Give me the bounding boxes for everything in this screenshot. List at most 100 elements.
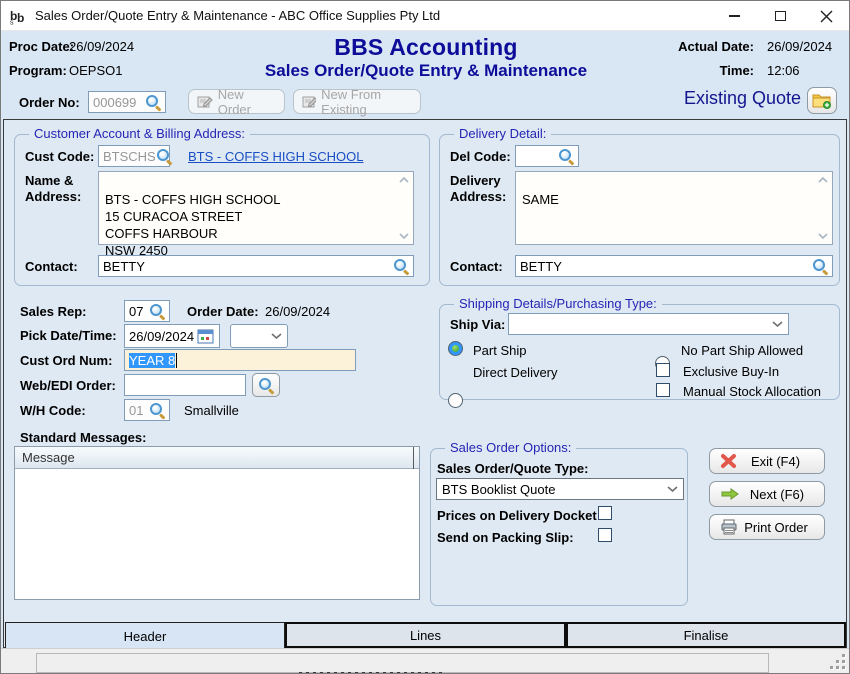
scroll-down-icon[interactable] [398, 232, 410, 240]
main-panel: Customer Account & Billing Address: Cust… [3, 119, 847, 648]
open-existing-quote-button[interactable] [807, 87, 837, 114]
delivery-address-textarea[interactable]: SAME [515, 171, 833, 245]
tab-lines-label: Lines [410, 628, 441, 643]
name-address-label: Name & Address: [25, 173, 81, 205]
exit-x-icon [720, 453, 737, 469]
name-address-textarea[interactable]: BTS - COFFS HIGH SCHOOL 15 CURACOA STREE… [98, 171, 414, 245]
actual-date-value: 26/09/2024 [767, 39, 832, 54]
status-panel [36, 653, 769, 673]
exit-button[interactable]: Exit (F4) [709, 448, 825, 474]
delivery-contact-value: BETTY [520, 259, 562, 274]
wh-code-label: W/H Code: [20, 403, 86, 419]
mode-indicator: Existing Quote [621, 88, 801, 109]
delivery-address-label: Delivery Address: [450, 173, 506, 205]
ship-via-label: Ship Via: [450, 317, 505, 333]
cust-ord-num-value: YEAR 8 [129, 353, 175, 368]
messages-column-header[interactable]: Message [15, 447, 419, 469]
wh-code-search-icon[interactable] [149, 402, 165, 418]
billing-contact-field[interactable]: BETTY [98, 255, 414, 277]
messages-list[interactable]: Message [14, 446, 420, 600]
sales-rep-field[interactable]: 07 [124, 300, 170, 322]
exit-label: Exit (F4) [737, 454, 814, 469]
wh-code-field[interactable]: 01 [124, 399, 170, 421]
customer-account-link[interactable]: BTS - COFFS HIGH SCHOOL [188, 149, 364, 164]
minimize-button[interactable] [711, 1, 757, 31]
scroll-down-icon[interactable] [817, 232, 829, 240]
chevron-down-icon [667, 486, 678, 492]
prices-docket-checkbox[interactable] [598, 506, 612, 520]
cust-code-field[interactable]: BTSCHS [98, 145, 170, 167]
search-icon [258, 377, 274, 393]
scroll-up-icon[interactable] [398, 176, 410, 184]
direct-delivery-label: Direct Delivery [473, 365, 558, 380]
quote-type-select[interactable]: BTS Booklist Quote [436, 478, 684, 500]
new-order-button[interactable]: New Order [188, 89, 285, 114]
delivery-contact-label: Contact: [450, 259, 503, 275]
standard-messages-label: Standard Messages: [20, 430, 146, 446]
del-code-label: Del Code: [450, 149, 511, 165]
pick-date-value: 26/09/2024 [129, 329, 194, 344]
close-icon [820, 10, 833, 23]
resize-grip-icon[interactable] [829, 653, 845, 669]
prices-docket-label: Prices on Delivery Docket: [437, 508, 601, 524]
chevron-down-icon [271, 333, 282, 339]
part-ship-radio[interactable] [448, 341, 463, 356]
cust-code-search-icon[interactable] [156, 148, 172, 164]
direct-delivery-radio[interactable] [448, 393, 463, 408]
sales-order-options-title: Sales Order Options: [445, 440, 576, 455]
scroll-up-icon[interactable] [817, 176, 829, 184]
order-no-search-icon[interactable] [145, 94, 161, 110]
del-code-search-icon[interactable] [558, 148, 574, 164]
cust-code-value: BTSCHS [103, 149, 156, 164]
chevron-down-icon [772, 321, 783, 327]
status-bar [1, 648, 850, 674]
packing-slip-label: Send on Packing Slip: [437, 530, 574, 546]
next-arrow-icon [720, 487, 740, 501]
sales-order-options-group: Sales Order Options: Sales Order/Quote T… [430, 448, 688, 606]
svg-text:s: s [10, 19, 14, 25]
next-button[interactable]: Next (F6) [709, 481, 825, 507]
text-caret [176, 353, 177, 368]
delivery-contact-field[interactable]: BETTY [515, 255, 833, 277]
packing-slip-checkbox[interactable] [598, 528, 612, 542]
print-order-button[interactable]: Print Order [709, 514, 825, 540]
web-edi-search-button[interactable] [252, 373, 280, 397]
order-date-value: 26/09/2024 [265, 304, 330, 319]
cust-code-label: Cust Code: [25, 149, 94, 165]
tab-finalise[interactable]: Finalise [566, 622, 846, 648]
cust-ord-num-field[interactable]: YEAR 8 [124, 349, 356, 371]
delivery-contact-search-icon[interactable] [812, 258, 828, 274]
close-button[interactable] [803, 1, 849, 31]
tab-header[interactable]: Header [5, 622, 285, 649]
del-code-field[interactable] [515, 145, 579, 167]
tab-lines[interactable]: Lines [285, 622, 566, 648]
screen-title: Sales Order/Quote Entry & Maintenance [151, 61, 701, 81]
part-ship-label: Part Ship [473, 343, 526, 358]
name-address-value: BTS - COFFS HIGH SCHOOL 15 CURACOA STREE… [105, 192, 281, 258]
ship-via-select[interactable] [508, 313, 789, 335]
web-edi-field[interactable] [124, 374, 246, 396]
window-title: Sales Order/Quote Entry & Maintenance - … [35, 8, 440, 23]
billing-contact-search-icon[interactable] [393, 258, 409, 274]
calendar-icon[interactable] [197, 328, 215, 344]
exclusive-buyin-checkbox[interactable] [656, 363, 670, 377]
sales-rep-search-icon[interactable] [149, 303, 165, 319]
new-order-label: New Order [218, 87, 276, 117]
maximize-icon [775, 11, 786, 21]
printer-icon [720, 519, 738, 535]
note-edit-icon [302, 95, 316, 109]
manual-stock-label: Manual Stock Allocation [683, 384, 821, 399]
pick-time-select[interactable] [230, 324, 288, 348]
maximize-button[interactable] [757, 1, 803, 31]
pick-date-time-label: Pick Date/Time: [20, 328, 117, 344]
wh-code-value: 01 [129, 403, 143, 418]
delivery-group: Delivery Detail: Del Code: Delivery Addr… [439, 134, 840, 286]
cust-ord-num-label: Cust Ord Num: [20, 353, 112, 369]
svg-text:b: b [17, 11, 24, 25]
pick-date-field[interactable]: 26/09/2024 [124, 324, 220, 348]
manual-stock-checkbox[interactable] [656, 383, 670, 397]
order-no-field[interactable]: 000699 [88, 91, 166, 113]
app-logo-icon: b b s [9, 7, 27, 25]
new-from-existing-button[interactable]: New From Existing [293, 89, 421, 114]
proc-date-value: 26/09/2024 [69, 39, 134, 54]
